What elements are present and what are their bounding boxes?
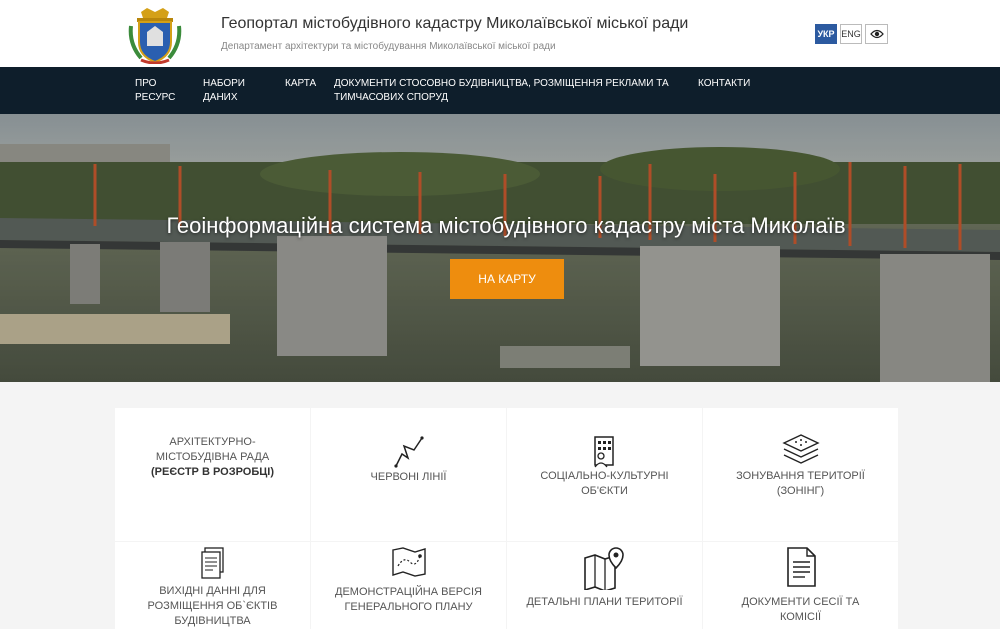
hero-bridge-photo: [0, 114, 1000, 382]
map-route-icon: [391, 547, 426, 577]
card-label: (ЗОНІНГ): [776, 485, 825, 497]
main-navbar: ПРО РЕСУРС НАБОРИ ДАНИХ КАРТА ДОКУМЕНТИ …: [0, 67, 1000, 114]
document-icon: [786, 547, 816, 587]
card-social-cultural[interactable]: СОЦІАЛЬНО-КУЛЬТУРНІ ОБ'ЄКТИ: [507, 408, 702, 541]
nav-item-about[interactable]: ПРО РЕСУРС: [135, 77, 175, 105]
nav-label: КАРТА: [285, 78, 317, 89]
layers-icon: [781, 434, 820, 464]
card-detailed-plans[interactable]: ДЕТАЛЬНІ ПЛАНИ ТЕРИТОРІЇ: [507, 542, 702, 629]
header: Геопортал містобудівного кадастру Микола…: [0, 0, 1000, 67]
hero-title: Геоінформаційна система містобудівного к…: [166, 213, 846, 238]
card-architectural-council[interactable]: АРХІТЕКТУРНО- МІСТОБУДІВНА РАДА (РЕЄСТР …: [115, 408, 310, 541]
nav-label: РЕСУРС: [135, 92, 176, 103]
nav-label: ПРО: [135, 78, 157, 89]
card-label: ДЕТАЛЬНІ ПЛАНИ ТЕРИТОРІЇ: [526, 596, 683, 608]
nav-label: КОНТАКТИ: [698, 78, 751, 89]
card-label-note: (РЕЄСТР В РОЗРОБЦІ): [151, 466, 274, 478]
lang-ukr-button[interactable]: УКР: [815, 24, 837, 44]
lang-eng-button[interactable]: ENG: [840, 24, 862, 44]
nav-item-datasets[interactable]: НАБОРИ ДАНИХ: [203, 77, 245, 105]
card-label: РОЗМІЩЕННЯ ОБ`ЄКТІВ: [147, 600, 278, 612]
nav-item-map[interactable]: КАРТА: [285, 77, 316, 91]
zigzag-line-icon: [393, 436, 424, 468]
card-label: ДЕМОНСТРАЦІЙНА ВЕРСІЯ: [335, 586, 482, 598]
nav-label: ДАНИХ: [203, 92, 238, 103]
card-label: МІСТОБУДІВНА РАДА: [155, 451, 270, 463]
card-general-plan[interactable]: ДЕМОНСТРАЦІЙНА ВЕРСІЯ ГЕНЕРАЛЬНОГО ПЛАНУ: [311, 542, 506, 629]
nav-label: НАБОРИ: [203, 78, 245, 89]
accessibility-eye-icon[interactable]: [865, 24, 888, 44]
documents-stack-icon: [200, 547, 224, 579]
nav-item-contacts[interactable]: КОНТАКТИ: [698, 77, 750, 91]
card-red-lines[interactable]: ЧЕРВОНІ ЛІНІЇ: [311, 408, 506, 541]
card-label: ЧЕРВОНІ ЛІНІЇ: [370, 471, 447, 483]
hero-banner: Геоінформаційна система містобудівного к…: [0, 114, 1000, 382]
card-label: БУДІВНИЦТВА: [174, 615, 251, 627]
card-label: ОБ'ЄКТИ: [581, 485, 628, 497]
nav-item-documents[interactable]: ДОКУМЕНТИ СТОСОВНО БУДІВНИЦТВА, РОЗМІЩЕН…: [334, 77, 669, 105]
nav-label: ТИМЧАСОВИХ СПОРУД: [334, 92, 449, 103]
to-map-button[interactable]: НА КАРТУ: [450, 259, 564, 299]
card-label: АРХІТЕКТУРНО-: [169, 436, 256, 448]
map-pin-icon: [583, 547, 624, 590]
card-session-documents[interactable]: ДОКУМЕНТИ СЕСІЇ ТА КОМІСІЇ: [703, 542, 898, 629]
card-initial-data[interactable]: ВИХІДНІ ДАННІ ДЛЯ РОЗМІЩЕННЯ ОБ`ЄКТІВ БУ…: [115, 542, 310, 629]
card-label: ГЕНЕРАЛЬНОГО ПЛАНУ: [344, 601, 473, 613]
card-zoning[interactable]: ЗОНУВАННЯ ТЕРИТОРІЇ (ЗОНІНГ): [703, 408, 898, 541]
coat-of-arms-logo[interactable]: [127, 6, 183, 64]
card-label: СОЦІАЛЬНО-КУЛЬТУРНІ: [540, 470, 669, 482]
site-title: Геопортал містобудівного кадастру Микола…: [221, 15, 689, 32]
services-grid: АРХІТЕКТУРНО- МІСТОБУДІВНА РАДА (РЕЄСТР …: [115, 408, 898, 629]
site-subtitle: Департамент архітектури та містобудуванн…: [221, 41, 556, 52]
card-label: ВИХІДНІ ДАННІ ДЛЯ: [159, 585, 266, 597]
card-label: КОМІСІЇ: [779, 611, 822, 623]
card-label: ЗОНУВАННЯ ТЕРИТОРІЇ: [736, 470, 865, 482]
card-label: ДОКУМЕНТИ СЕСІЇ ТА: [741, 596, 860, 608]
nav-label: ДОКУМЕНТИ СТОСОВНО БУДІВНИЦТВА, РОЗМІЩЕН…: [334, 78, 669, 89]
building-person-icon: [593, 436, 614, 468]
